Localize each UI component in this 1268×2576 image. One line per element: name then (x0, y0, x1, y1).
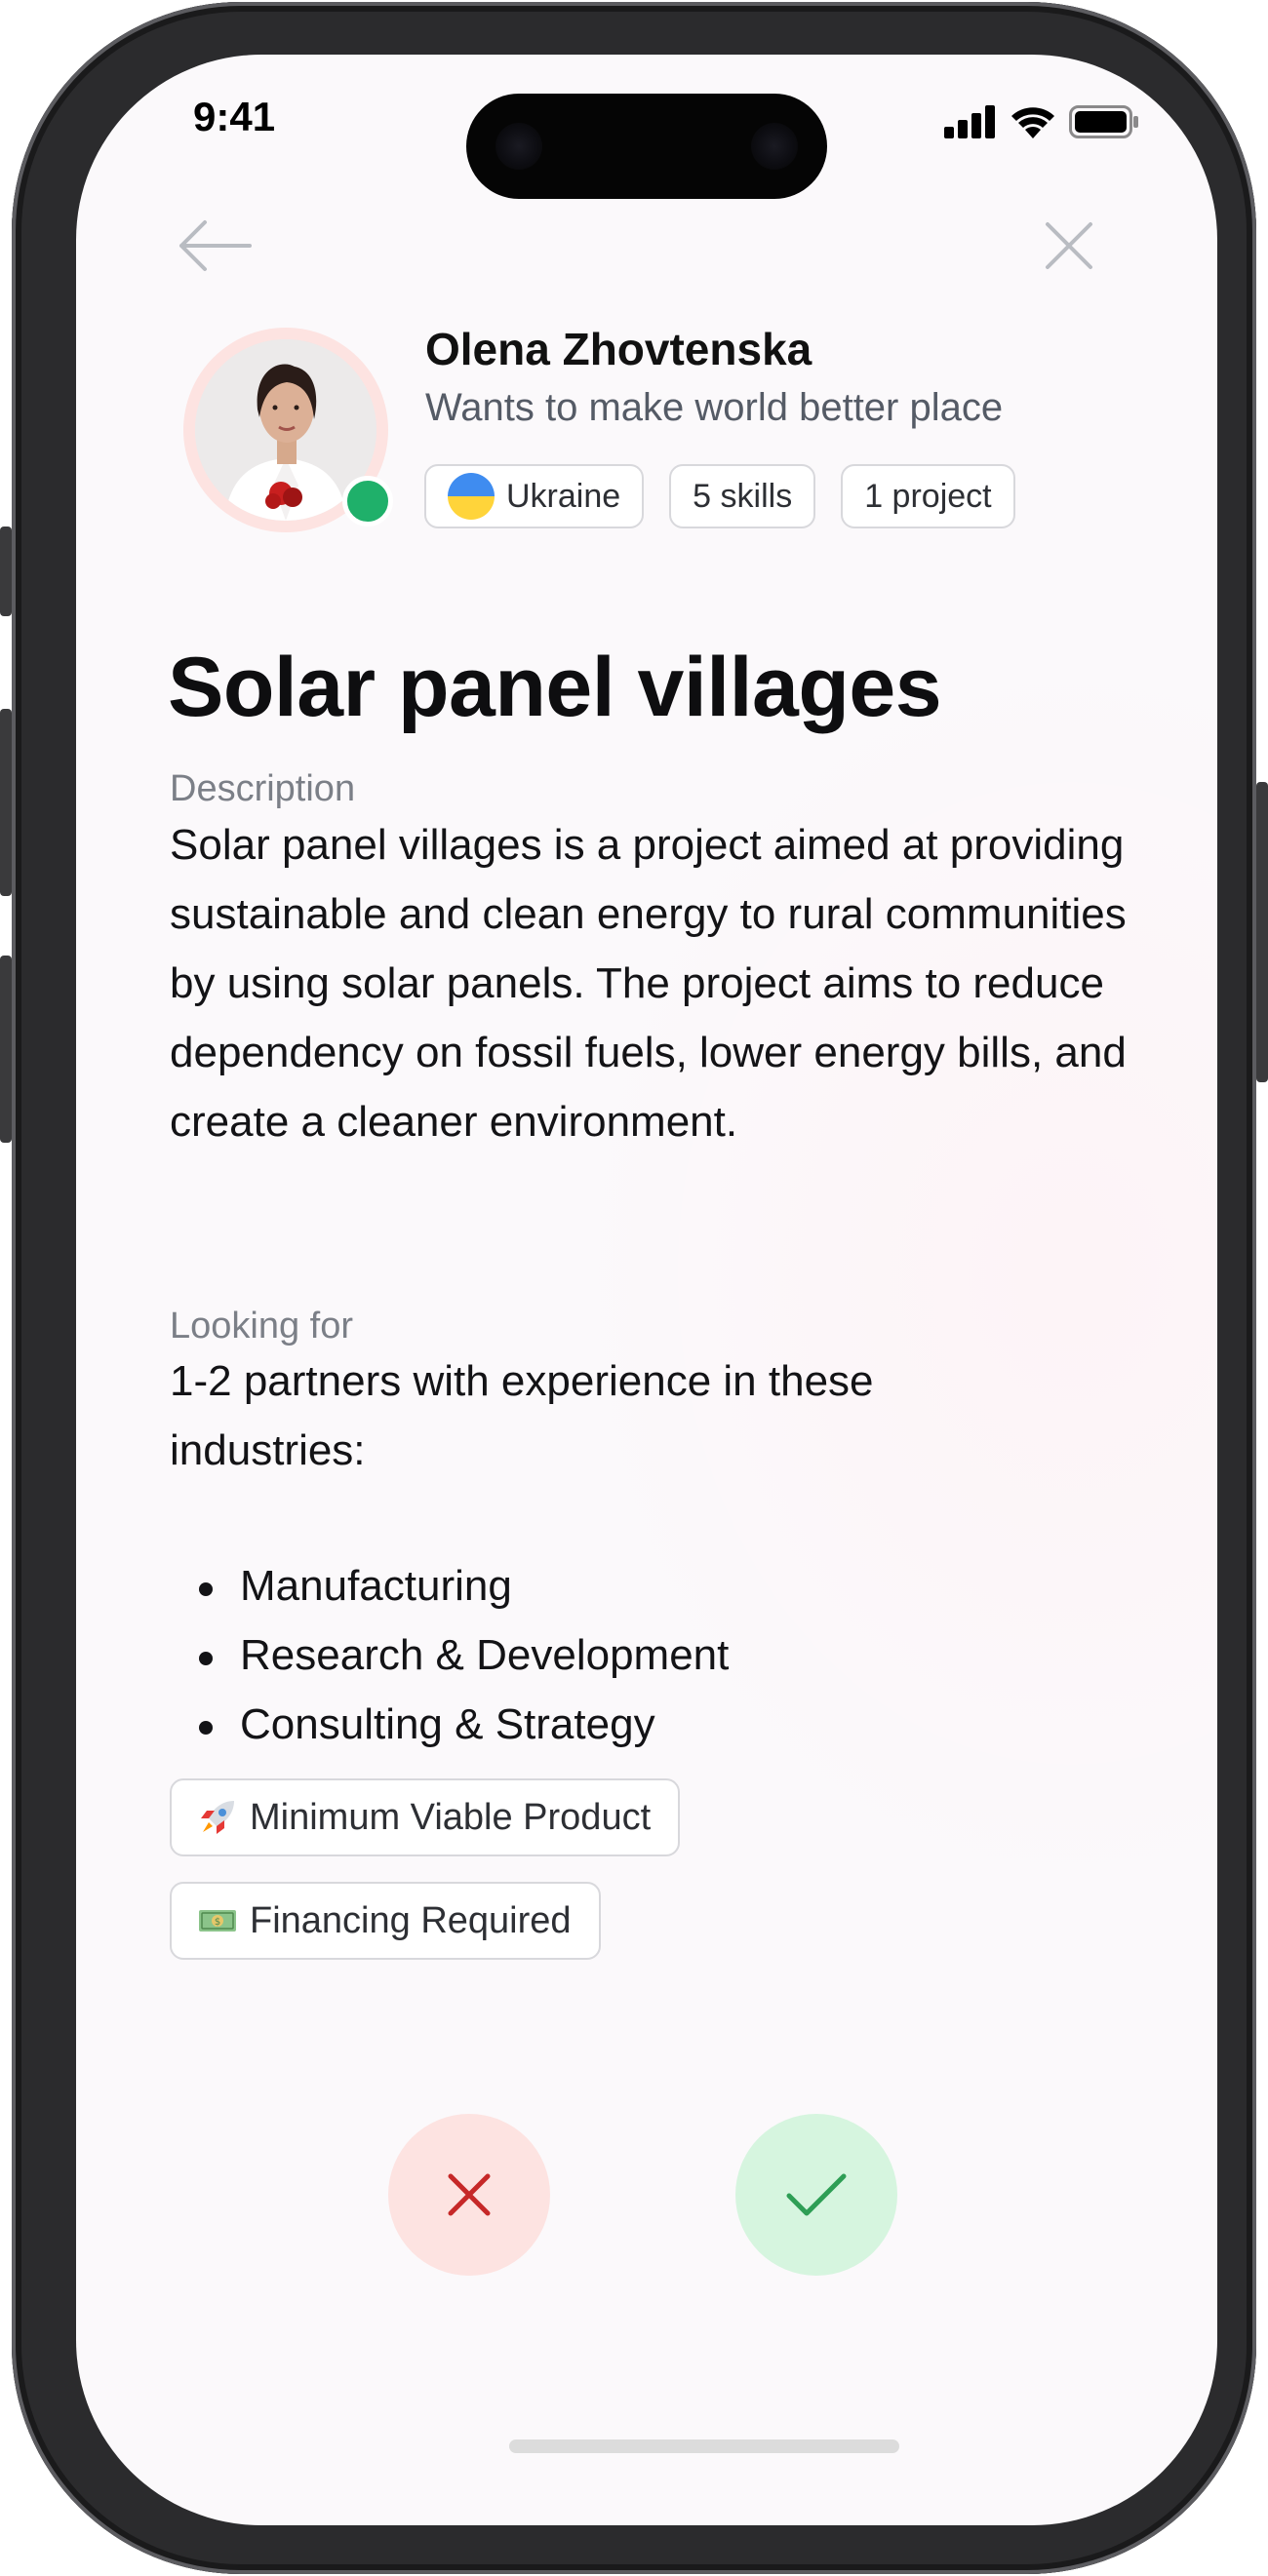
chip-projects[interactable]: 1 project (841, 464, 1015, 528)
camera-icon (751, 123, 798, 170)
industries-list: Manufacturing Research & Development Con… (170, 1551, 729, 1759)
battery-icon (1069, 105, 1138, 138)
signal-icon (944, 105, 995, 138)
close-icon[interactable] (1042, 218, 1096, 273)
looking-for-label: Looking for (170, 1306, 354, 1347)
side-button-action (0, 527, 12, 616)
online-status-badge (342, 476, 393, 527)
description-label: Description (170, 768, 356, 809)
sensor-icon (495, 123, 542, 170)
list-item: Manufacturing (170, 1551, 729, 1620)
tag-mvp-label: Minimum Viable Product (250, 1796, 652, 1838)
home-indicator[interactable] (509, 2439, 899, 2453)
money-icon: $ (199, 1910, 236, 1932)
user-name[interactable]: Olena Zhovtenska (425, 323, 812, 375)
chip-skills[interactable]: 5 skills (669, 464, 816, 528)
profile-chips: Ukraine 5 skills 1 project (424, 464, 1015, 528)
side-button-power (1256, 782, 1268, 1082)
screen: 9:41 Olena Zhovtenska Wants to make worl… (76, 55, 1217, 2525)
ukraine-flag-icon (448, 473, 495, 520)
dynamic-island (466, 94, 827, 199)
tag-mvp[interactable]: Minimum Viable Product (170, 1778, 681, 1856)
back-arrow-icon[interactable] (176, 216, 254, 275)
side-button-volume-up (0, 709, 12, 896)
wifi-icon (1011, 107, 1054, 138)
list-item: Research & Development (170, 1620, 729, 1690)
chip-projects-label: 1 project (864, 477, 992, 515)
reject-button[interactable] (388, 2114, 550, 2276)
chip-country-label: Ukraine (506, 477, 621, 515)
phone-frame: 9:41 Olena Zhovtenska Wants to make worl… (0, 2, 1268, 2574)
svg-text:$: $ (215, 1917, 220, 1928)
status-icons (944, 105, 1139, 138)
description-text: Solar panel villages is a project aimed … (170, 821, 1127, 1146)
checkmark-icon (786, 2173, 847, 2216)
chip-skills-label: 5 skills (693, 477, 793, 515)
avatar[interactable] (183, 328, 393, 532)
user-tagline: Wants to make world better place (425, 386, 1004, 429)
tag-financing-label: Financing Required (250, 1899, 572, 1941)
rocket-icon (201, 1801, 234, 1834)
side-button-volume-down (0, 956, 12, 1143)
status-time: 9:41 (193, 94, 276, 139)
accept-button[interactable] (735, 2114, 897, 2276)
list-item: Consulting & Strategy (170, 1690, 729, 1759)
looking-for-text: 1-2 partners with experience in these in… (170, 1357, 874, 1474)
chip-country[interactable]: Ukraine (424, 464, 645, 528)
close-icon (448, 2173, 491, 2216)
project-title: Solar panel villages (168, 641, 942, 734)
tag-financing[interactable]: $ Financing Required (170, 1882, 601, 1960)
